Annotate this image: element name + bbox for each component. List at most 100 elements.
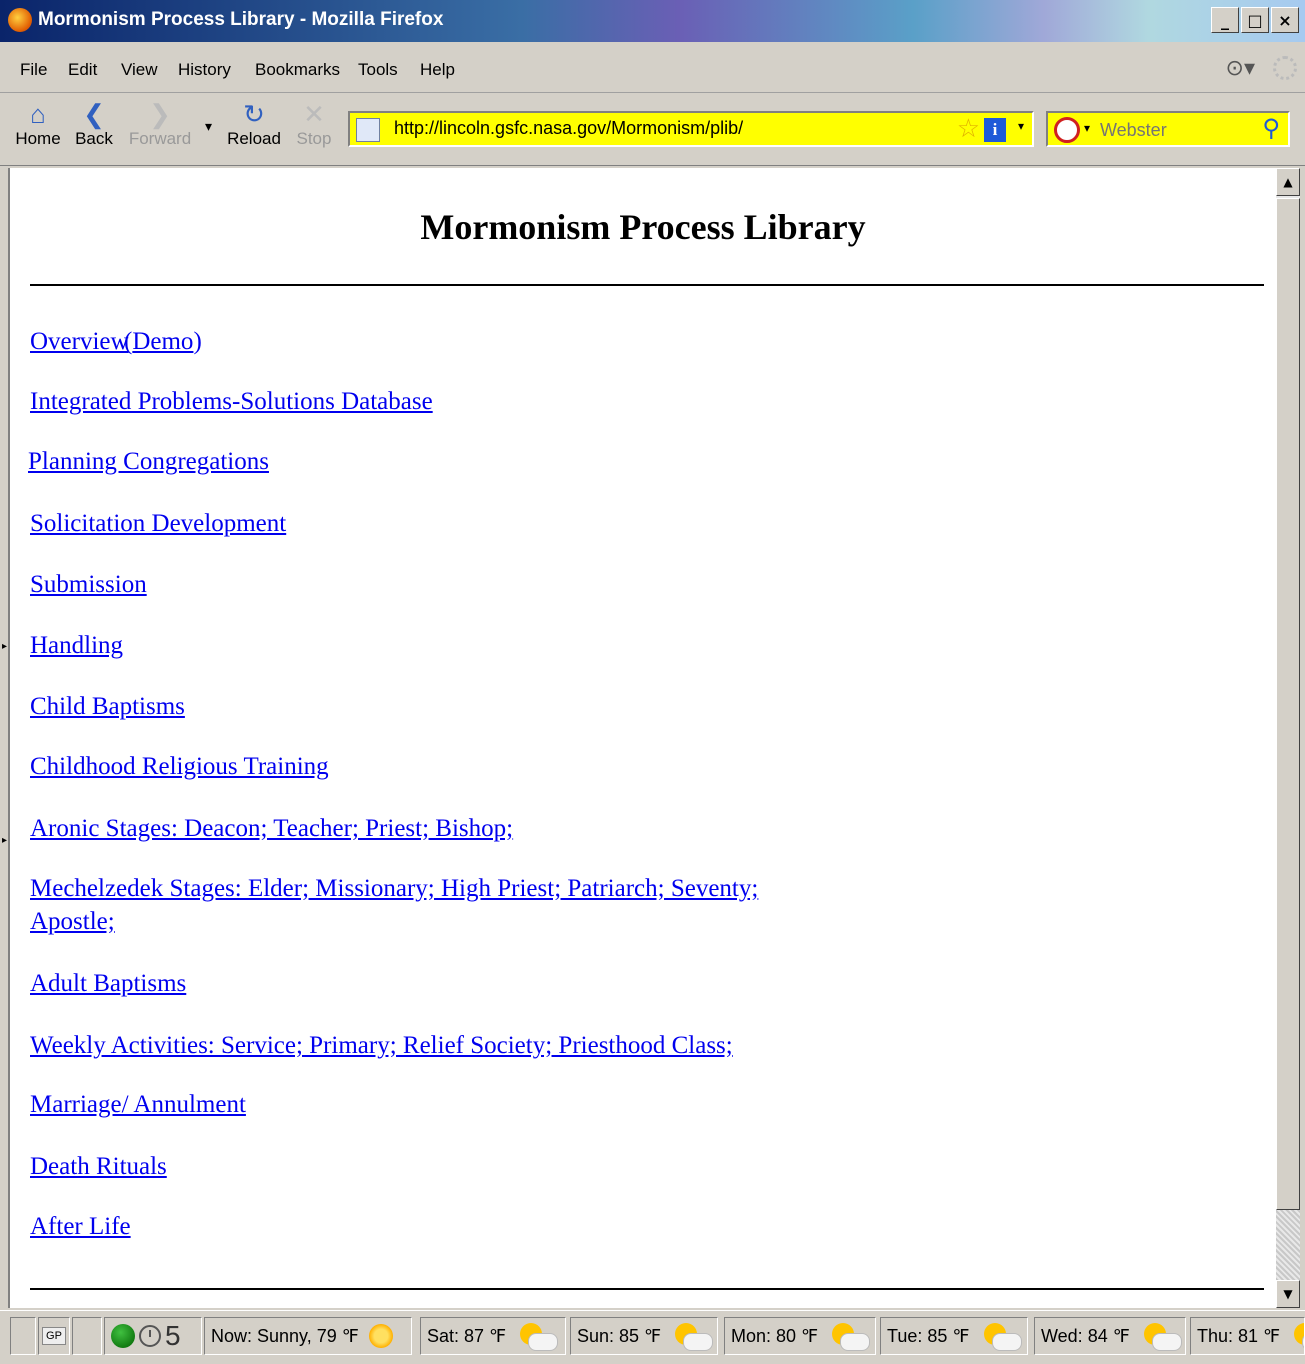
home-label: Home [15, 129, 61, 148]
search-engine-icon[interactable] [1054, 117, 1080, 143]
stop-label: Stop [296, 129, 332, 148]
activity-indicator-icon[interactable]: ⊙▾ [1226, 56, 1255, 81]
link-child-baptisms[interactable]: Child Baptisms [30, 693, 185, 721]
maximize-button[interactable]: □ [1241, 7, 1269, 33]
home-button[interactable]: ⌂ Home [10, 99, 66, 149]
weather-tue[interactable]: Tue: 85 ℉ [880, 1317, 1028, 1355]
link-after-life[interactable]: After Life [30, 1213, 131, 1241]
link-mechelzedek-stages[interactable]: Mechelzedek Stages: Elder; Missionary; H… [30, 875, 758, 903]
link-handling[interactable]: Handling [30, 632, 123, 660]
forward-label: Forward [128, 129, 192, 148]
search-go-icon[interactable]: ⚲ [1262, 114, 1280, 142]
reload-label: Reload [227, 129, 281, 148]
expand-arrow-icon[interactable]: ▸ [2, 835, 7, 846]
clock-icon [139, 1325, 161, 1347]
reload-button[interactable]: ↻ Reload [224, 99, 284, 149]
link-demo[interactable]: Demo [132, 328, 193, 355]
weather-wed-text: Wed: 84 ℉ [1041, 1325, 1130, 1346]
site-identity-icon[interactable] [356, 118, 380, 142]
weather-sun[interactable]: Sun: 85 ℉ [570, 1317, 718, 1355]
search-input[interactable] [1100, 116, 1250, 144]
back-arrow-icon: ❮ [83, 99, 105, 129]
title-bar: Mormonism Process Library - Mozilla Fire… [0, 0, 1305, 42]
bookmark-star-icon[interactable]: ☆ [957, 115, 980, 143]
link-submission[interactable]: Submission [30, 571, 147, 599]
forward-button[interactable]: ❯ Forward [126, 99, 194, 149]
link-death-rituals[interactable]: Death Rituals [30, 1153, 167, 1181]
link-solicitation-development[interactable]: Solicitation Development [30, 510, 286, 538]
weather-thu[interactable]: Thu: 81 ℉ [1190, 1317, 1305, 1355]
menu-file[interactable]: File [20, 60, 47, 80]
status-bar: GP 5 Now: Sunny, 79 ℉ Sat: 87 ℉ Sun: 85 … [0, 1310, 1305, 1364]
link-problems-solutions[interactable]: Integrated Problems-Solutions Database [30, 388, 433, 416]
url-text[interactable]: http://lincoln.gsfc.nasa.gov/Mormonism/p… [394, 118, 743, 139]
sunny-icon [368, 1324, 393, 1348]
link-overview[interactable]: Overview [30, 328, 129, 356]
partly-cloudy-icon [1140, 1323, 1182, 1351]
window-title: Mormonism Process Library - Mozilla Fire… [38, 9, 444, 30]
menu-bookmarks[interactable]: Bookmarks [255, 60, 340, 80]
weather-mon-text: Mon: 80 ℉ [731, 1325, 819, 1346]
link-marriage-annulment[interactable]: Marriage/ Annulment [30, 1091, 246, 1119]
stop-icon: ✕ [303, 99, 325, 129]
vertical-scrollbar[interactable]: ▲ ▼ [1276, 168, 1300, 1308]
reload-icon: ↻ [243, 99, 265, 129]
home-icon: ⌂ [30, 99, 46, 129]
page-title: Mormonism Process Library [420, 207, 866, 247]
url-dropdown-icon[interactable]: ▾ [1018, 119, 1024, 133]
gp-panel[interactable]: GP [38, 1317, 70, 1355]
weather-thu-text: Thu: 81 ℉ [1197, 1325, 1281, 1346]
weather-now[interactable]: Now: Sunny, 79 ℉ [204, 1317, 412, 1355]
history-dropdown-icon[interactable]: ▾ [205, 119, 212, 135]
link-aronic-stages[interactable]: Aronic Stages: Deacon; Teacher; Priest; … [30, 815, 513, 843]
scroll-thumb[interactable] [1276, 198, 1300, 1210]
minimize-button[interactable]: _ [1211, 7, 1239, 33]
count-badge: 5 [165, 1320, 181, 1351]
menu-edit[interactable]: Edit [68, 60, 97, 80]
partly-cloudy-icon [1290, 1323, 1304, 1351]
status-panel [10, 1317, 36, 1355]
back-label: Back [75, 129, 113, 148]
engine-dropdown-icon[interactable]: ▾ [1084, 121, 1090, 135]
window-controls: _ □ × [1211, 7, 1299, 33]
forward-arrow-icon: ❯ [149, 99, 171, 129]
partly-cloudy-icon [516, 1323, 559, 1351]
addon-panel[interactable]: 5 [104, 1317, 202, 1355]
menu-tools[interactable]: Tools [358, 60, 398, 80]
partly-cloudy-icon [828, 1323, 871, 1351]
partly-cloudy-icon [980, 1323, 1022, 1351]
search-bar[interactable]: ▾ ⚲ [1046, 111, 1290, 147]
weather-mon[interactable]: Mon: 80 ℉ [724, 1317, 876, 1355]
bottom-divider [30, 1288, 1264, 1290]
partly-cloudy-icon [671, 1323, 714, 1351]
status-panel [72, 1317, 102, 1355]
close-button[interactable]: × [1271, 7, 1299, 33]
link-apostle[interactable]: Apostle; [30, 908, 115, 936]
back-button[interactable]: ❮ Back [66, 99, 122, 149]
throbber-icon [1273, 56, 1297, 80]
status-green-icon [111, 1324, 135, 1348]
scroll-track[interactable] [1276, 1210, 1300, 1280]
navigation-toolbar: ⌂ Home ❮ Back ❯ Forward ▾ ↻ Reload ✕ Sto… [0, 93, 1305, 166]
expand-arrow-icon[interactable]: ▸ [2, 641, 7, 652]
menu-history[interactable]: History [178, 60, 231, 80]
weather-wed[interactable]: Wed: 84 ℉ [1034, 1317, 1186, 1355]
page-content: Mormonism Process Library Overview (Demo… [8, 168, 1276, 1308]
scroll-up-button[interactable]: ▲ [1276, 168, 1300, 196]
menu-view[interactable]: View [121, 60, 158, 80]
top-divider [30, 284, 1264, 286]
demo-wrapper: (Demo) [124, 328, 202, 355]
scroll-down-button[interactable]: ▼ [1276, 1280, 1300, 1308]
link-weekly-activities[interactable]: Weekly Activities: Service; Primary; Rel… [30, 1032, 733, 1060]
info-icon[interactable]: i [984, 118, 1006, 142]
address-bar[interactable]: http://lincoln.gsfc.nasa.gov/Mormonism/p… [348, 111, 1034, 147]
stop-button[interactable]: ✕ Stop [288, 99, 340, 149]
weather-sun-text: Sun: 85 ℉ [577, 1325, 662, 1346]
link-childhood-training[interactable]: Childhood Religious Training [30, 753, 329, 781]
menu-help[interactable]: Help [420, 60, 455, 80]
link-adult-baptisms[interactable]: Adult Baptisms [30, 970, 186, 998]
weather-sat[interactable]: Sat: 87 ℉ [420, 1317, 566, 1355]
weather-sat-text: Sat: 87 ℉ [427, 1325, 507, 1346]
firefox-icon [8, 8, 32, 32]
link-planning-congregations[interactable]: Planning Congregations [28, 448, 269, 476]
